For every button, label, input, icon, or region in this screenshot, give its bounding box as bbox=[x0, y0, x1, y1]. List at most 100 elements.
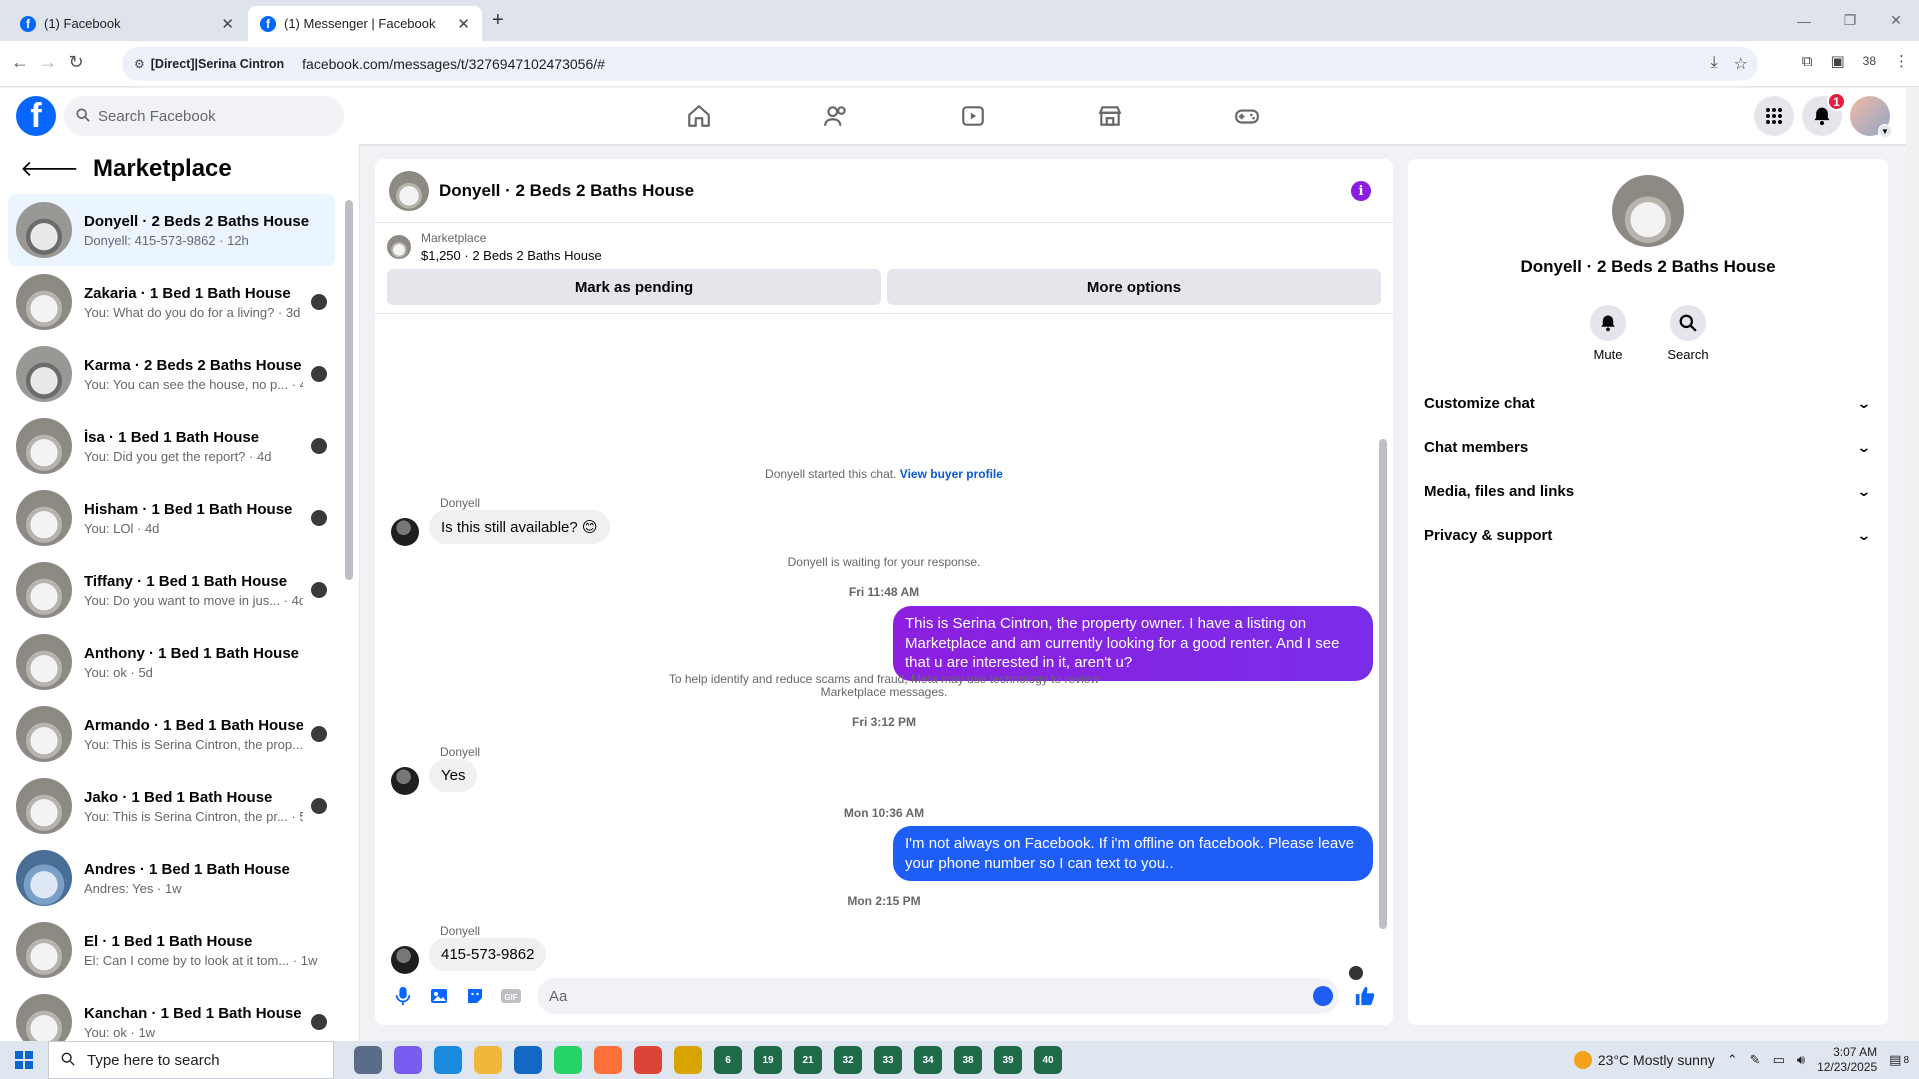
minimize-icon[interactable]: — bbox=[1781, 0, 1827, 41]
weather-widget[interactable]: 23°C Mostly sunny bbox=[1573, 1051, 1715, 1069]
sticker-button[interactable] bbox=[457, 978, 493, 1014]
back-icon[interactable]: ← bbox=[8, 52, 32, 73]
edge-icon[interactable] bbox=[434, 1046, 462, 1074]
nav-video[interactable] bbox=[904, 88, 1041, 144]
notifications-icon[interactable]: ▤ 8 bbox=[1889, 1052, 1909, 1068]
conversation-item[interactable]: Andres · 1 Bed 1 Bath House Andres: Yes ·… bbox=[8, 842, 335, 914]
tab-messenger[interactable]: f (1) Messenger | Facebook ✕ bbox=[248, 6, 482, 41]
nav-gaming[interactable] bbox=[1178, 88, 1315, 144]
gif-button[interactable]: GIF bbox=[493, 978, 529, 1014]
pinned-app-icon[interactable]: 40 bbox=[1034, 1046, 1062, 1074]
outgoing-message[interactable]: I'm not always on Facebook. If i'm offli… bbox=[893, 826, 1373, 881]
listing-row[interactable]: Marketplace $1,250 · 2 Beds 2 Baths Hous… bbox=[387, 231, 1381, 263]
pinned-app-icon[interactable]: 38 bbox=[954, 1046, 982, 1074]
conversation-item[interactable]: Anthony · 1 Bed 1 Bath House You: ok · 5d bbox=[8, 626, 335, 698]
incoming-message[interactable]: Yes bbox=[429, 759, 478, 792]
chevron-up-icon[interactable]: ⌃ bbox=[1727, 1052, 1738, 1068]
new-tab-icon[interactable]: + bbox=[492, 9, 504, 32]
section-media-files-links[interactable]: Media, files and links ⌄ bbox=[1408, 469, 1888, 513]
view-buyer-profile-link[interactable]: View buyer profile bbox=[900, 467, 1003, 481]
back-arrow-icon[interactable]: 🡐 bbox=[20, 156, 79, 182]
reload-icon[interactable]: ↻ bbox=[64, 52, 88, 73]
pinned-app-icon[interactable]: 39 bbox=[994, 1046, 1022, 1074]
close-window-icon[interactable]: ✕ bbox=[1873, 0, 1919, 41]
facebook-logo-icon[interactable]: f bbox=[16, 96, 56, 136]
pen-icon[interactable]: ✎ bbox=[1750, 1052, 1761, 1068]
conversation-item[interactable]: Kanchan · 1 Bed 1 Bath House You: ok · 1w bbox=[8, 986, 335, 1041]
nav-marketplace[interactable] bbox=[1041, 88, 1178, 144]
start-button[interactable] bbox=[0, 1041, 48, 1079]
close-icon[interactable]: ✕ bbox=[457, 15, 470, 33]
chat-avatar[interactable] bbox=[389, 170, 429, 211]
sender-avatar[interactable] bbox=[391, 518, 419, 546]
page-scrollbar[interactable] bbox=[1906, 88, 1919, 1041]
chat-title[interactable]: Donyell · 2 Beds 2 Baths House bbox=[439, 181, 694, 201]
attach-photo-button[interactable] bbox=[421, 978, 457, 1014]
message-input[interactable]: Aa bbox=[537, 978, 1339, 1014]
outgoing-message[interactable]: This is Serina Cintron, the property own… bbox=[893, 606, 1373, 681]
mute-button[interactable]: Mute bbox=[1584, 305, 1632, 362]
facebook-search-input[interactable]: Search Facebook bbox=[64, 96, 344, 136]
menu-icon[interactable]: ⋮ bbox=[1894, 52, 1909, 70]
pinned-app-icon[interactable]: 33 bbox=[874, 1046, 902, 1074]
info-avatar[interactable] bbox=[1612, 175, 1684, 247]
chat-scrollbar[interactable] bbox=[1379, 439, 1387, 929]
menu-grid-button[interactable] bbox=[1754, 96, 1794, 136]
pinned-app-icon[interactable]: 34 bbox=[914, 1046, 942, 1074]
bookmark-star-icon[interactable]: ☆ bbox=[1734, 54, 1748, 74]
search-chat-button[interactable]: Search bbox=[1664, 305, 1712, 362]
pinned-app-icon[interactable]: 6 bbox=[714, 1046, 742, 1074]
conversation-item[interactable]: İsa · 1 Bed 1 Bath House You: Did you get… bbox=[8, 410, 335, 482]
mark-as-pending-button[interactable]: Mark as pending bbox=[387, 269, 881, 305]
conversation-item[interactable]: Armando · 1 Bed 1 Bath House You: This is… bbox=[8, 698, 335, 770]
pinned-app-icon[interactable]: 19 bbox=[754, 1046, 782, 1074]
conversation-item[interactable]: Jako · 1 Bed 1 Bath House You: This is Se… bbox=[8, 770, 335, 842]
emoji-icon[interactable] bbox=[1313, 986, 1333, 1006]
network-icon[interactable]: ▭ bbox=[1773, 1052, 1785, 1068]
extensions-icon[interactable]: ⧉ bbox=[1802, 53, 1813, 70]
omnibox[interactable]: ⚙ [Direct]|Serina Cintron facebook.com/m… bbox=[122, 47, 1758, 81]
whatsapp-icon[interactable] bbox=[554, 1046, 582, 1074]
volume-icon[interactable]: 🔊︎ bbox=[1797, 1052, 1805, 1068]
side-panel-icon[interactable]: ▣ bbox=[1830, 52, 1844, 70]
notifications-button[interactable]: 1 bbox=[1802, 92, 1846, 136]
voice-clip-button[interactable] bbox=[385, 978, 421, 1014]
section-customize-chat[interactable]: Customize chat ⌄ bbox=[1408, 381, 1888, 425]
site-info-chip[interactable]: ⚙ [Direct]|Serina Cintron bbox=[134, 57, 284, 71]
section-chat-members[interactable]: Chat members ⌄ bbox=[1408, 425, 1888, 469]
info-icon[interactable]: i bbox=[1351, 181, 1371, 201]
like-button[interactable] bbox=[1347, 978, 1383, 1014]
restore-icon[interactable]: ❐ bbox=[1827, 0, 1873, 41]
conversation-item[interactable]: Hisham · 1 Bed 1 Bath House You: LOl · 4d bbox=[8, 482, 335, 554]
firefox-icon[interactable] bbox=[594, 1046, 622, 1074]
conversation-item[interactable]: Tiffany · 1 Bed 1 Bath House You: Do you … bbox=[8, 554, 335, 626]
conversation-item[interactable]: Zakaria · 1 Bed 1 Bath House You: What do… bbox=[8, 266, 335, 338]
list-scrollbar[interactable] bbox=[345, 200, 353, 580]
tab-facebook[interactable]: f (1) Facebook ✕ bbox=[8, 6, 246, 41]
conversation-item[interactable]: Karma · 2 Beds 2 Baths House You: You can… bbox=[8, 338, 335, 410]
more-options-button[interactable]: More options bbox=[887, 269, 1381, 305]
account-avatar[interactable]: ▼ bbox=[1850, 96, 1892, 138]
pinned-app-icon[interactable]: 32 bbox=[834, 1046, 862, 1074]
task-view-icon[interactable] bbox=[354, 1046, 382, 1074]
copilot-icon[interactable] bbox=[394, 1046, 422, 1074]
conversation-item[interactable]: El · 1 Bed 1 Bath House El: Can I come by… bbox=[8, 914, 335, 986]
pinned-app-icon[interactable]: 21 bbox=[794, 1046, 822, 1074]
url-text[interactable]: facebook.com/messages/t/3276947102473056… bbox=[302, 56, 605, 72]
close-icon[interactable]: ✕ bbox=[221, 15, 234, 33]
sender-avatar[interactable] bbox=[391, 767, 419, 795]
clock[interactable]: 3:07 AM 12/23/2025 bbox=[1817, 1045, 1877, 1075]
app-icon[interactable] bbox=[674, 1046, 702, 1074]
profile-count[interactable]: 38 bbox=[1863, 54, 1876, 68]
outlook-icon[interactable] bbox=[514, 1046, 542, 1074]
section-privacy-support[interactable]: Privacy & support ⌄ bbox=[1408, 513, 1888, 557]
taskbar-search-input[interactable]: Type here to search bbox=[48, 1041, 334, 1079]
nav-home[interactable] bbox=[630, 88, 767, 144]
forward-icon[interactable]: → bbox=[36, 52, 60, 73]
chrome-icon[interactable] bbox=[634, 1046, 662, 1074]
install-app-icon[interactable]: ⤓ bbox=[1711, 54, 1718, 74]
nav-friends[interactable] bbox=[767, 88, 904, 144]
conversation-item[interactable]: Donyell · 2 Beds 2 Baths House Donyell: 4… bbox=[8, 194, 335, 266]
incoming-message[interactable]: Is this still available? 😊 bbox=[429, 510, 610, 544]
file-explorer-icon[interactable] bbox=[474, 1046, 502, 1074]
